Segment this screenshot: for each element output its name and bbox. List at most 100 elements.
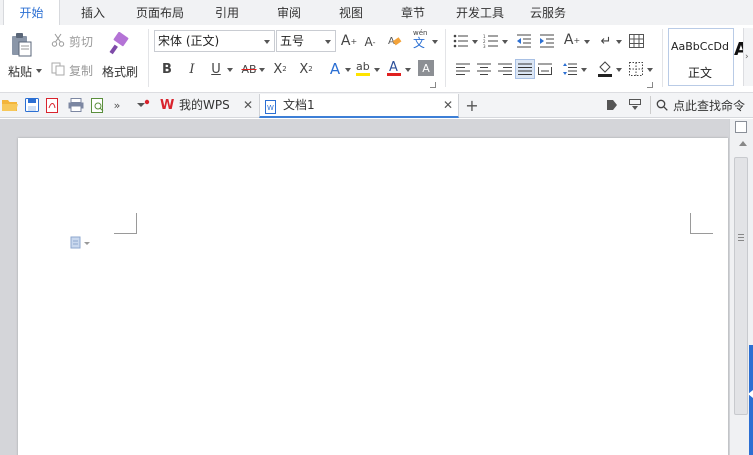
folder-icon[interactable] [2,97,18,113]
table-grid-icon[interactable] [627,32,645,50]
change-case-dropdown-icon[interactable] [584,40,590,44]
tab-view[interactable]: 视图 [328,0,374,25]
shading-dropdown-icon[interactable] [616,68,622,72]
copy-label[interactable]: 复制 [69,62,93,79]
command-search[interactable]: 点此查找命令 [673,97,745,114]
close-icon[interactable]: ✕ [243,94,253,117]
align-center-icon[interactable] [476,62,492,76]
increase-indent-icon[interactable] [538,32,556,50]
font-size-select[interactable]: 五号 [276,30,336,52]
close-icon[interactable]: ✕ [443,94,453,117]
align-right-icon[interactable] [497,62,513,76]
print-preview-icon[interactable] [90,97,106,113]
justify-icon[interactable] [515,59,535,79]
new-tab-icon[interactable]: + [464,96,480,115]
change-case-icon[interactable]: A + [562,30,582,50]
bullet-list-icon[interactable] [452,32,470,50]
paragraph-mark-dropdown-icon[interactable] [616,40,622,44]
text-effect-dropdown-icon[interactable] [345,68,351,72]
superscript-icon[interactable]: X2 [270,60,290,78]
tab-review[interactable]: 审阅 [266,0,312,25]
style-preview: AaBbCcDd [671,40,729,53]
tab-insert[interactable]: 插入 [66,0,120,25]
divider [445,29,446,87]
scroll-up-icon[interactable] [739,141,747,146]
tab-references[interactable]: 引用 [204,0,250,25]
collapse-ribbon-icon[interactable] [628,98,642,112]
borders-icon[interactable] [627,61,645,77]
paste-options-icon[interactable] [70,236,92,250]
scrollbar-thumb[interactable] [734,157,748,415]
tab-home[interactable]: 开始 [3,0,60,26]
decrease-indent-icon[interactable] [515,32,533,50]
clear-format-icon[interactable]: A [386,32,404,50]
magnifier-icon[interactable] [655,98,669,112]
paste-dropdown-icon[interactable] [36,69,42,73]
tab-cloud[interactable]: 云服务 [523,0,573,25]
cut-label[interactable]: 剪切 [69,33,93,50]
paste-label[interactable]: 粘贴 [8,63,32,80]
bullet-dropdown-icon[interactable] [472,40,478,44]
brush-icon[interactable] [107,31,131,57]
font-color-icon[interactable]: A [385,58,403,78]
highlight-icon[interactable]: ab [354,58,372,78]
side-panel-handle[interactable] [748,345,753,455]
my-wps-label: 我的WPS [179,98,230,112]
printer-icon[interactable] [67,97,84,113]
more-commands-icon[interactable]: » [111,98,123,112]
numbered-list-icon[interactable]: 123 [482,32,500,50]
tab-page-layout[interactable]: 页面布局 [128,0,192,25]
underline-icon[interactable]: U [207,60,225,78]
tab-document[interactable]: W 文档1 ✕ [259,94,459,118]
tab-chapter[interactable]: 章节 [390,0,436,25]
underline-dropdown-icon[interactable] [227,68,233,72]
document-page[interactable] [18,138,728,455]
tab-my-wps[interactable]: W 我的WPS ✕ [155,94,258,118]
save-icon[interactable] [24,97,40,113]
grow-font-icon[interactable]: A + [340,32,358,50]
phonetic-guide-icon[interactable]: wén 文 [413,29,431,51]
highlight-dropdown-icon[interactable] [374,68,380,72]
styles-scroll[interactable]: › [743,28,753,86]
font-size-value: 五号 [280,34,305,48]
scissors-icon[interactable] [50,32,66,48]
font-family-value: 宋体 (正文) [158,34,220,48]
svg-text:ab: ab [356,60,370,73]
margin-mark-top-left [114,213,137,234]
style-normal[interactable]: AaBbCcDd 正文 [668,28,734,86]
share-icon[interactable] [605,98,619,112]
subscript-icon[interactable]: X2 [296,60,316,78]
text-effect-icon[interactable]: A [326,60,344,78]
export-pdf-icon[interactable] [45,97,61,113]
distributed-align-icon[interactable] [537,62,553,76]
bold-icon[interactable]: B [158,60,176,78]
vertical-scrollbar[interactable] [729,119,753,455]
copy-icon[interactable] [50,61,66,77]
clipboard-icon[interactable] [8,31,34,59]
shading-icon[interactable] [596,59,614,79]
font-dialog-launcher[interactable] [430,82,436,88]
char-shading-icon[interactable]: A [418,60,434,76]
numbered-dropdown-icon[interactable] [502,40,508,44]
align-left-icon[interactable] [455,62,471,76]
divider [148,29,149,87]
line-spacing-dropdown-icon[interactable] [581,68,587,72]
italic-icon[interactable]: I [183,60,201,78]
strikethrough-dropdown-icon[interactable] [259,68,265,72]
style-name: 正文 [688,66,713,80]
shrink-font-icon[interactable]: A- [361,33,379,51]
split-view-icon[interactable] [735,121,747,133]
phonetic-dropdown-icon[interactable] [432,40,438,44]
strikethrough-icon[interactable]: AB [238,60,260,78]
customize-toolbar-icon[interactable] [135,98,151,112]
paragraph-dialog-launcher[interactable] [647,82,653,88]
paragraph-mark-icon[interactable]: ↵ [598,32,614,50]
svg-text:3: 3 [483,44,486,48]
line-spacing-icon[interactable] [562,62,578,76]
font-color-dropdown-icon[interactable] [405,68,411,72]
font-family-select[interactable]: 宋体 (正文) [154,30,275,52]
format-painter-label[interactable]: 格式刷 [102,63,138,80]
borders-dropdown-icon[interactable] [647,68,653,72]
menu-bar: 开始 插入 页面布局 引用 审阅 视图 章节 开发工具 云服务 [0,0,753,26]
tab-developer[interactable]: 开发工具 [449,0,511,25]
